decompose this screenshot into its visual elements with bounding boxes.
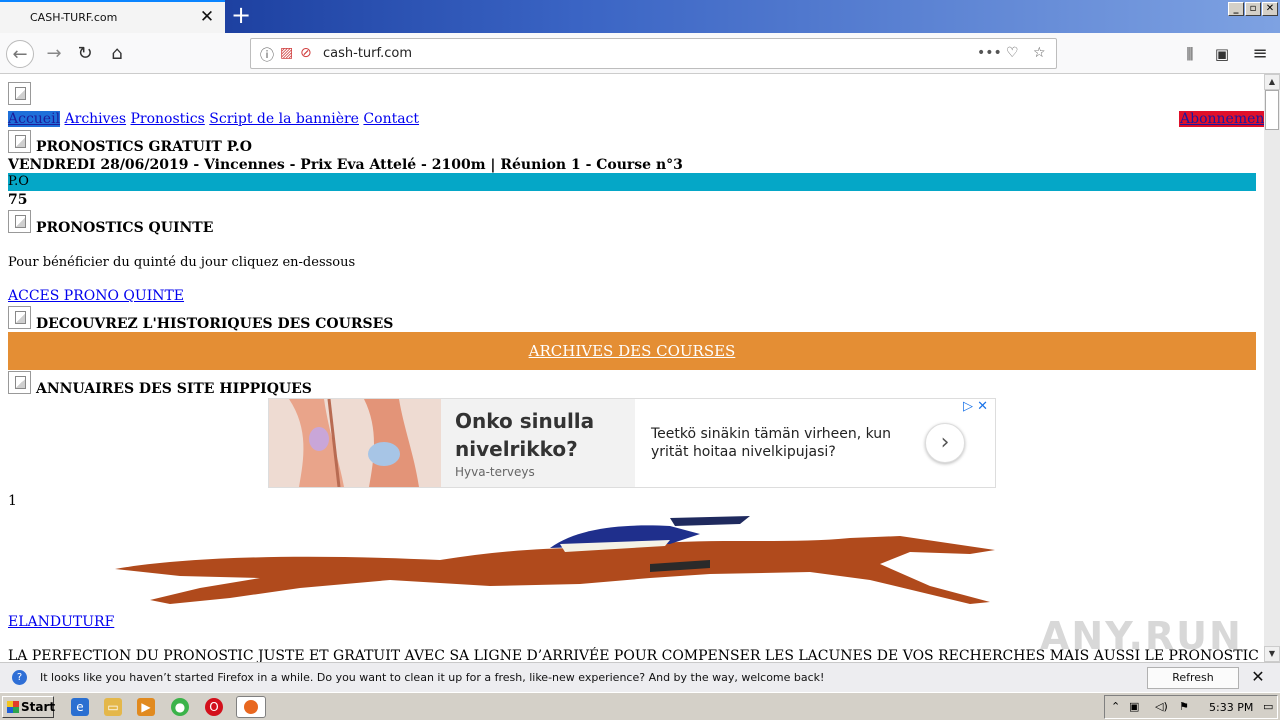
scroll-down-icon[interactable]: ▼ — [1264, 646, 1280, 662]
broken-image-icon — [8, 82, 31, 105]
broken-image-icon — [8, 210, 31, 233]
anyrun-watermark: ANY.RUN — [1040, 614, 1243, 658]
tab-close-icon[interactable]: ✕ — [198, 7, 216, 27]
restore-button[interactable]: ▫ — [1245, 2, 1261, 16]
question-icon: ? — [12, 670, 27, 685]
ad-arrow-icon[interactable]: › — [925, 423, 965, 463]
site-nav: Accueil Archives Pronostics Script de la… — [8, 111, 419, 127]
scroll-up-icon[interactable]: ▲ — [1264, 74, 1280, 90]
sidebar-icon[interactable]: ▣ — [1208, 40, 1236, 68]
pocket-icon[interactable]: ♡ — [1006, 45, 1019, 61]
forward-arrow-icon[interactable]: → — [40, 40, 68, 68]
ad-choices-icon[interactable]: ▷ ✕ — [963, 399, 988, 414]
start-button[interactable]: Start — [2, 696, 56, 718]
media-player-icon[interactable]: ▶ — [137, 698, 155, 716]
po-value: 75 — [8, 192, 28, 208]
notification-text: It looks like you haven’t started Firefo… — [40, 671, 825, 684]
browser-tab[interactable]: CASH-TURF.com ✕ — [0, 0, 225, 33]
quinte-heading: PRONOSTICS QUINTE — [36, 220, 214, 236]
race-info: VENDREDI 28/06/2019 - Vincennes - Prix E… — [8, 157, 683, 173]
volume-icon[interactable]: ◁) — [1155, 700, 1168, 713]
history-heading: DECOUVREZ L'HISTORIQUES DES COURSES — [36, 316, 394, 332]
directory-heading: ANNUAIRES DES SITE HIPPIQUES — [36, 381, 312, 397]
reload-icon[interactable]: ↻ — [71, 40, 99, 68]
nav-contact[interactable]: Contact — [363, 111, 419, 127]
minimize-button[interactable]: _ — [1228, 2, 1244, 16]
racehorse-image — [115, 516, 995, 604]
system-tray: ⌃ ▣ ◁) ⚑ 5:33 PM ▭ — [1104, 695, 1278, 719]
page-viewport: Accueil Archives Pronostics Script de la… — [0, 74, 1264, 662]
start-label: Start — [21, 700, 56, 714]
info-icon[interactable]: ⓘ — [260, 45, 274, 65]
advertisement[interactable]: Onko sinulla nivelrikko? Hyva-terveys Te… — [268, 398, 996, 488]
close-window-button[interactable]: ✕ — [1262, 2, 1278, 16]
tray-expand-icon[interactable]: ⌃ — [1111, 700, 1120, 713]
knee-image[interactable] — [269, 399, 441, 487]
clock: 5:33 PM — [1209, 701, 1254, 714]
back-arrow-icon[interactable]: ← — [6, 40, 34, 68]
ad-headline[interactable]: Onko sinulla nivelrikko? — [455, 407, 625, 463]
po-label: P.O — [8, 174, 29, 189]
chrome-icon[interactable]: ● — [171, 698, 189, 716]
notification-bar: ? It looks like you haven’t started Fire… — [0, 662, 1280, 704]
show-desktop-icon[interactable]: ▭ — [1263, 700, 1273, 713]
taskbar: Start e ▭ ▶ ● O ⌃ ▣ ◁) ⚑ 5:33 PM ▭ — [0, 692, 1280, 720]
broken-image-icon — [8, 371, 31, 394]
nav-accueil[interactable]: Accueil — [8, 111, 61, 127]
knee-illustration — [289, 399, 419, 487]
network-icon[interactable]: ▣ — [1129, 700, 1139, 713]
refresh-firefox-button[interactable]: Refresh Firefox… — [1147, 667, 1239, 704]
elanduturf-link[interactable]: ELANDUTURF — [8, 614, 114, 630]
page-actions-icon[interactable]: ••• — [977, 45, 1002, 61]
home-icon[interactable]: ⌂ — [103, 40, 131, 68]
firefox-taskbar-button[interactable] — [236, 696, 266, 718]
notification-close-icon[interactable]: ✕ — [1250, 667, 1266, 686]
subscribe-link[interactable]: Abonnement — [1179, 111, 1264, 127]
flag-icon[interactable]: ⚑ — [1179, 700, 1189, 713]
tab-title: CASH-TURF.com — [30, 11, 118, 24]
windows-logo-icon — [7, 701, 19, 713]
counter-text: 1 — [8, 493, 17, 509]
quinte-text: Pour bénéficier du quinté du jour clique… — [8, 255, 356, 270]
insecure-lock-icon[interactable]: ⊘ — [300, 45, 312, 61]
ad-sponsor[interactable]: Hyva-terveys — [455, 465, 535, 479]
ie-icon[interactable]: e — [71, 698, 89, 716]
archives-link[interactable]: ARCHIVES DES COURSES — [529, 342, 736, 360]
firefox-icon — [244, 700, 258, 714]
broken-image-icon — [8, 306, 31, 329]
scroll-thumb[interactable] — [1265, 90, 1279, 130]
bookmark-star-icon[interactable]: ☆ — [1033, 45, 1046, 61]
folder-icon[interactable]: ▭ — [104, 698, 122, 716]
menu-icon[interactable]: ≡ — [1246, 40, 1274, 68]
new-tab-button[interactable]: + — [229, 3, 253, 28]
ad-body-text[interactable]: Teetkö sinäkin tämän virheen, kun yrität… — [651, 425, 901, 461]
nav-archives[interactable]: Archives — [65, 111, 127, 127]
broken-image-icon — [8, 130, 31, 153]
po-bar: P.O — [8, 173, 1256, 191]
tab-strip: CASH-TURF.com ✕ + _ ▫ ✕ — [0, 0, 1280, 33]
opera-icon[interactable]: O — [205, 698, 223, 716]
navigation-toolbar: ← → ↻ ⌂ ⓘ ▨ ⊘ cash-turf.com ••• ♡ ☆ ⫼ ▣ … — [0, 33, 1280, 74]
ad-headline-panel[interactable]: Onko sinulla nivelrikko? Hyva-terveys — [441, 399, 635, 487]
url-text[interactable]: cash-turf.com — [323, 46, 412, 61]
tracking-icon[interactable]: ▨ — [280, 45, 293, 61]
nav-script-banniere[interactable]: Script de la bannière — [209, 111, 359, 127]
nav-pronostics[interactable]: Pronostics — [131, 111, 205, 127]
quinte-link[interactable]: ACCES PRONO QUINTE — [8, 288, 184, 304]
library-icon[interactable]: ⫼ — [1176, 40, 1204, 68]
free-pronostics-heading: PRONOSTICS GRATUIT P.O — [36, 139, 252, 155]
vertical-scrollbar[interactable]: ▲ ▼ — [1264, 74, 1280, 662]
url-bar[interactable]: ⓘ ▨ ⊘ cash-turf.com ••• ♡ ☆ — [250, 38, 1057, 69]
archives-banner: ARCHIVES DES COURSES — [8, 332, 1256, 370]
